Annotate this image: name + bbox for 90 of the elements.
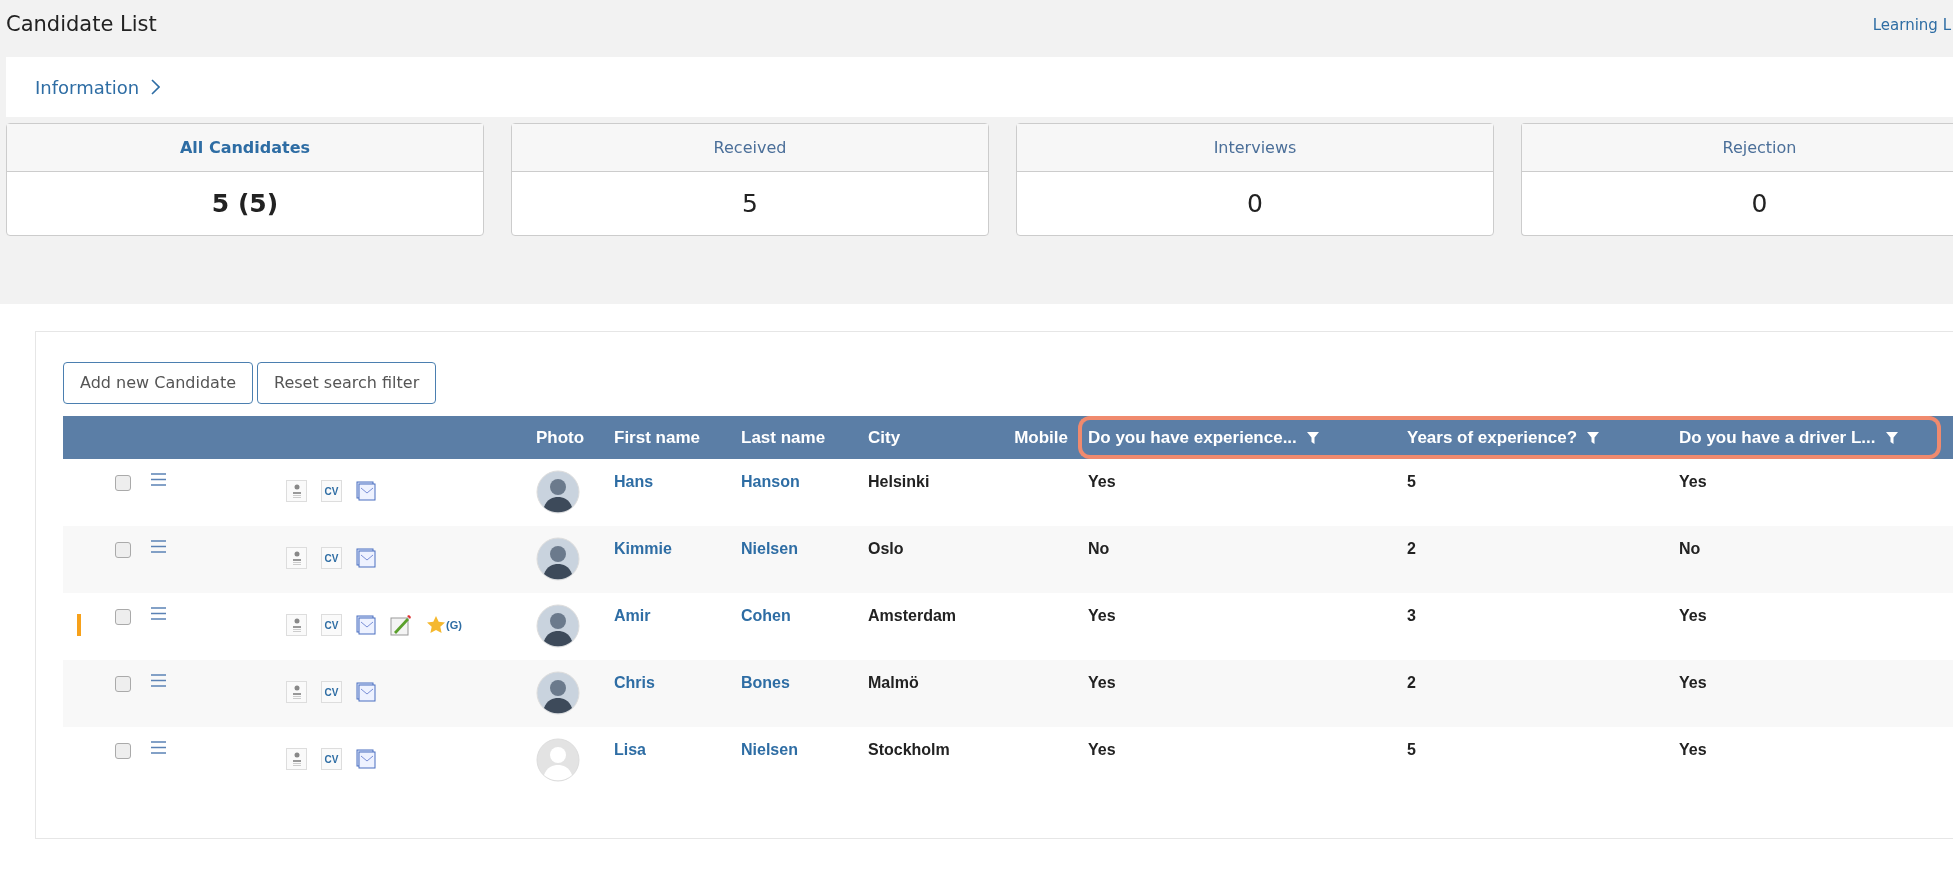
- avatar: [536, 537, 580, 581]
- filter-icon[interactable]: [1587, 431, 1600, 444]
- name-link[interactable]: Hans: [604, 459, 731, 494]
- stat-value: 5: [741, 187, 759, 220]
- table-cell-text: 2: [1406, 673, 1417, 693]
- menu-icon[interactable]: [151, 674, 166, 687]
- action-button[interactable]: Reset search filter: [257, 362, 437, 404]
- profile-icon[interactable]: [286, 614, 307, 636]
- menu-icon[interactable]: [151, 540, 166, 553]
- stat-card[interactable]: Interviews 0: [1016, 123, 1494, 236]
- column-header[interactable]: Do you have a driver L...: [1669, 416, 1941, 459]
- cv-icon[interactable]: CV: [321, 681, 342, 703]
- name-link[interactable]: Lisa: [604, 727, 731, 762]
- chevron-icon: [151, 79, 161, 95]
- mail-icon[interactable]: [356, 682, 376, 702]
- table-cell-text: Yes: [1087, 673, 1117, 693]
- avatar: [536, 604, 580, 648]
- name-link[interactable]: Amir: [604, 593, 731, 628]
- mail-icon[interactable]: [356, 481, 376, 501]
- table-cell-text: 5: [1406, 740, 1417, 760]
- table-cell-text: Yes: [1087, 606, 1117, 626]
- table-cell-text: Stockholm: [867, 740, 951, 760]
- name-link[interactable]: Chris: [604, 660, 731, 695]
- action-button[interactable]: Add new Candidate: [63, 362, 253, 404]
- stat-card[interactable]: Received 5: [511, 123, 989, 236]
- name-link[interactable]: Nielsen: [731, 526, 858, 561]
- column-header[interactable]: Last name: [731, 424, 858, 451]
- stat-card[interactable]: Rejection 0: [1521, 123, 1953, 236]
- column-header[interactable]: First name: [604, 424, 731, 451]
- checkbox[interactable]: [115, 743, 131, 759]
- table-cell-text: Yes: [1678, 673, 1708, 693]
- table-cell-text: Yes: [1678, 740, 1708, 760]
- table-cell-text: 3: [1406, 606, 1417, 626]
- mail-icon[interactable]: [356, 749, 376, 769]
- stat-label: All Candidates: [7, 124, 483, 172]
- column-header[interactable]: Do you have experience...: [1078, 416, 1397, 459]
- name-link[interactable]: Kimmie: [604, 526, 731, 561]
- stat-value: 0: [1246, 187, 1264, 220]
- cv-icon[interactable]: CV: [321, 748, 342, 770]
- table-cell-text: No: [1678, 539, 1702, 559]
- filter-icon[interactable]: [1306, 431, 1319, 444]
- checkbox[interactable]: [115, 676, 131, 692]
- table-cell-text: Yes: [1087, 472, 1117, 492]
- column-header[interactable]: Mobile: [994, 424, 1078, 451]
- table-cell-text: Yes: [1678, 606, 1708, 626]
- table-cell-text: 2: [1406, 539, 1417, 559]
- table-cell-text: Oslo: [867, 539, 905, 559]
- table-cell-text: Yes: [1678, 472, 1708, 492]
- top-link[interactable]: Learning L: [1872, 13, 1951, 37]
- information-link[interactable]: Information: [35, 73, 161, 101]
- profile-icon[interactable]: [286, 547, 307, 569]
- profile-icon[interactable]: [286, 748, 307, 770]
- profile-icon[interactable]: [286, 681, 307, 703]
- table-cell-text: Helsinki: [867, 472, 931, 492]
- stat-value: 5 (5): [210, 187, 280, 220]
- avatar: [536, 738, 580, 782]
- cv-icon[interactable]: CV: [321, 547, 342, 569]
- column-header[interactable]: Years of experience?: [1397, 416, 1669, 459]
- name-link[interactable]: Cohen: [731, 593, 858, 628]
- avatar: [536, 671, 580, 715]
- column-header[interactable]: City: [858, 424, 994, 451]
- profile-icon[interactable]: [286, 480, 307, 502]
- stat-label: Received: [512, 124, 988, 172]
- page-title: Candidate List: [6, 11, 157, 39]
- stat-label: Rejection: [1522, 124, 1953, 172]
- name-link[interactable]: Nielsen: [731, 727, 858, 762]
- name-link[interactable]: Bones: [731, 660, 858, 695]
- menu-icon[interactable]: [151, 741, 166, 754]
- menu-icon[interactable]: [151, 607, 166, 620]
- checkbox[interactable]: [115, 542, 131, 558]
- cv-icon[interactable]: CV: [321, 614, 342, 636]
- table-cell-text: 5: [1406, 472, 1417, 492]
- table-cell-text: Amsterdam: [867, 606, 958, 626]
- menu-icon[interactable]: [151, 473, 166, 486]
- stat-card[interactable]: All Candidates 5 (5): [6, 123, 484, 236]
- filter-icon[interactable]: [1885, 431, 1898, 444]
- table-cell-text: No: [1087, 539, 1111, 559]
- mail-icon[interactable]: [356, 548, 376, 568]
- name-link[interactable]: Hanson: [731, 459, 858, 494]
- table-cell-text: Yes: [1087, 740, 1117, 760]
- cv-icon[interactable]: CV: [321, 480, 342, 502]
- avatar: [536, 470, 580, 514]
- mail-icon[interactable]: [356, 615, 376, 635]
- checkbox[interactable]: [115, 609, 131, 625]
- checkbox[interactable]: [115, 475, 131, 491]
- column-header[interactable]: Photo: [526, 424, 604, 451]
- edit-icon[interactable]: [390, 614, 412, 636]
- stat-label: Interviews: [1017, 124, 1493, 172]
- table-cell-text: Malmö: [867, 673, 920, 693]
- stat-value: 0: [1750, 187, 1769, 220]
